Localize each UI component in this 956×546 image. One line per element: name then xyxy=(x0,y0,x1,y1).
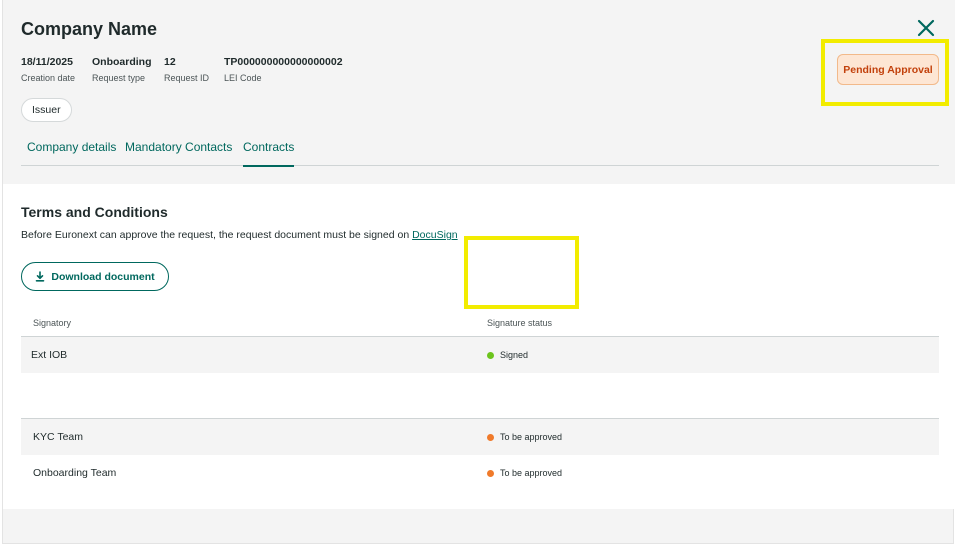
request-header: Company Name 18/11/2025 Creation date On… xyxy=(3,0,955,184)
status-highlight-box xyxy=(821,39,949,106)
tab-company-details[interactable]: Company details xyxy=(27,140,116,166)
description-text: Before Euronext can approve the request,… xyxy=(21,229,413,241)
docusign-link[interactable]: DocuSign xyxy=(412,229,458,241)
meta-value: 12 xyxy=(164,56,176,68)
signature-status: Signed xyxy=(487,350,528,360)
meta-request-id: 12 Request ID xyxy=(164,56,209,83)
download-icon xyxy=(36,271,45,282)
column-header-status: Signature status xyxy=(487,318,553,328)
signatory-name: Ext IOB xyxy=(31,349,68,361)
contracts-content: Terms and Conditions Before Euronext can… xyxy=(3,184,955,509)
status-dot-pending xyxy=(487,469,494,477)
close-icon xyxy=(917,19,935,37)
table-row: KYC Team To be approved xyxy=(21,419,939,455)
status-text: To be approved xyxy=(500,468,563,478)
meta-label: LEI Code xyxy=(224,73,262,83)
meta-lei-code: TP000000000000000002 LEI Code xyxy=(224,56,343,83)
column-header-signatory: Signatory xyxy=(33,318,72,328)
download-document-button[interactable]: Download document xyxy=(21,262,169,291)
status-dot-pending xyxy=(487,433,494,441)
meta-label: Request type xyxy=(92,73,146,83)
table-row: Ext IOB Signed xyxy=(21,337,939,373)
tab-mandatory-contacts[interactable]: Mandatory Contacts xyxy=(125,140,232,166)
meta-request-type: Onboarding Request type xyxy=(92,56,152,83)
meta-label: Creation date xyxy=(21,73,76,83)
status-text: Signed xyxy=(500,350,529,360)
signatory-name: Onboarding Team xyxy=(33,467,117,479)
tab-contracts[interactable]: Contracts xyxy=(243,140,295,167)
status-text: To be approved xyxy=(500,432,563,442)
tab-bar: Company details Mandatory Contacts Contr… xyxy=(21,140,939,167)
meta-value: 18/11/2025 xyxy=(21,56,73,68)
meta-value: Onboarding xyxy=(92,56,152,68)
section-title: Terms and Conditions xyxy=(21,204,168,220)
table-row: Onboarding Team To be approved xyxy=(21,455,939,491)
download-label: Download document xyxy=(51,270,155,283)
meta-creation-date: 18/11/2025 Creation date xyxy=(21,56,75,83)
meta-value: TP000000000000000002 xyxy=(224,56,343,68)
meta-label: Request ID xyxy=(164,73,210,83)
terms-description: Before Euronext can approve the request,… xyxy=(21,229,458,241)
signature-status: To be approved xyxy=(487,468,562,478)
page-title: Company Name xyxy=(21,19,158,39)
pending-status-highlight-box xyxy=(464,236,579,309)
role-chip: Issuer xyxy=(21,98,72,122)
signatory-name: KYC Team xyxy=(33,431,83,443)
status-dot-signed xyxy=(487,351,494,359)
close-button[interactable] xyxy=(915,17,937,39)
signature-status: To be approved xyxy=(487,432,562,442)
